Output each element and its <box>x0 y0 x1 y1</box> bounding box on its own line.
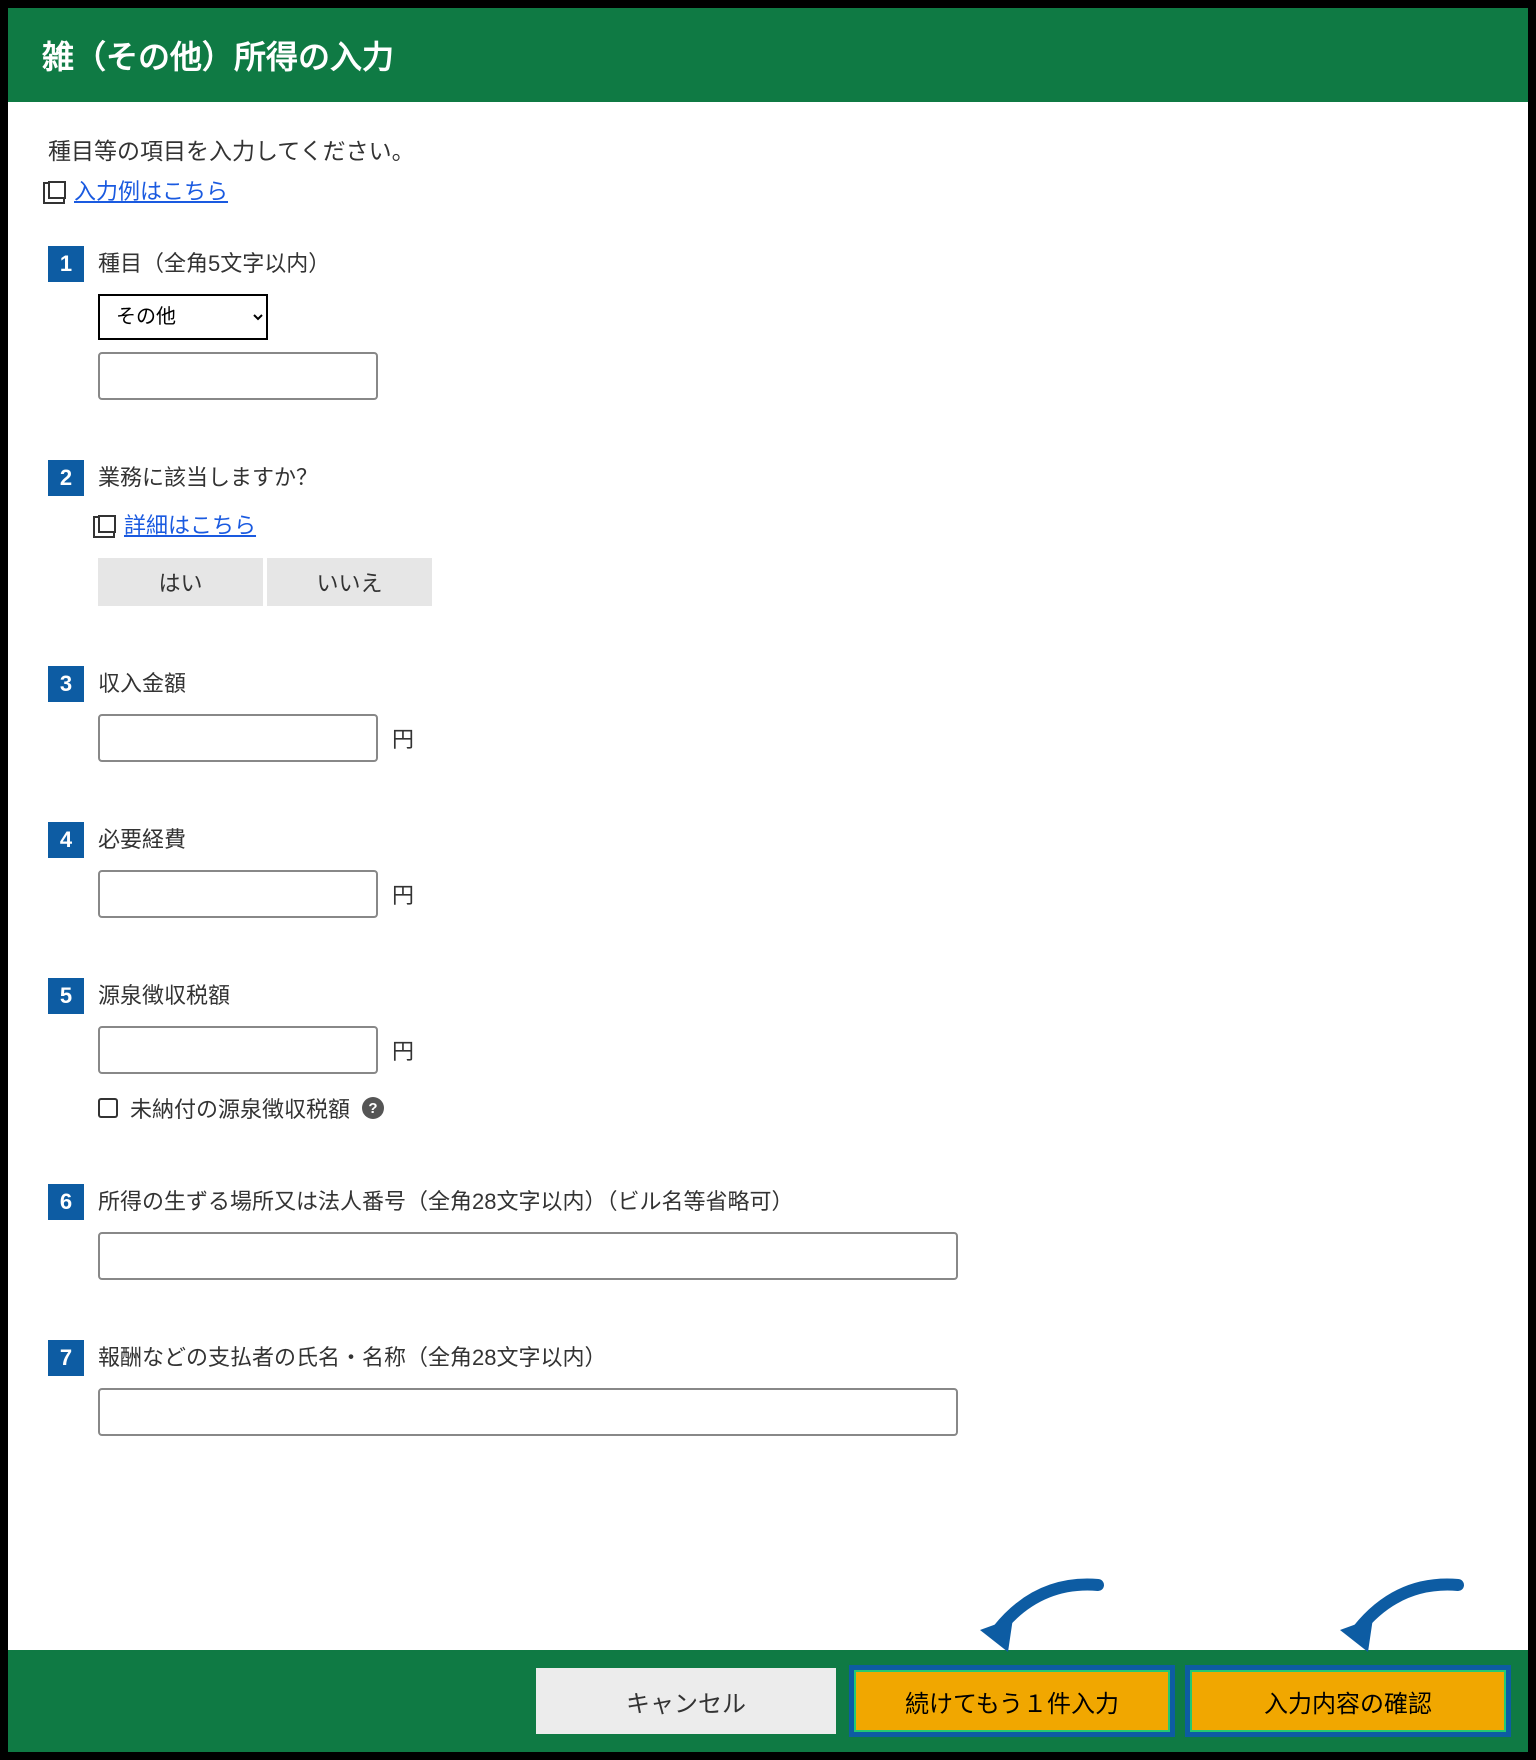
unit-yen: 円 <box>392 878 414 910</box>
step-5-number: 5 <box>48 978 84 1014</box>
type-text-input[interactable] <box>98 352 378 400</box>
step-6-label: 所得の生ずる場所又は法人番号（全角28文字以内）（ビル名等省略可） <box>98 1184 1488 1216</box>
step-7-label: 報酬などの支払者の氏名・名称（全角28文字以内） <box>98 1340 1488 1372</box>
location-input[interactable] <box>98 1232 958 1280</box>
example-link[interactable]: 入力例はこちら <box>74 174 228 206</box>
no-button[interactable]: いいえ <box>267 558 432 606</box>
unit-yen: 円 <box>392 722 414 754</box>
type-select[interactable]: その他 <box>98 294 268 340</box>
step-2-number: 2 <box>48 460 84 496</box>
unpaid-checkbox[interactable] <box>98 1098 118 1118</box>
step-2-label: 業務に該当しますか？ <box>98 460 1488 492</box>
intro-text: 種目等の項目を入力してください。 <box>48 132 1488 166</box>
cancel-button[interactable]: キャンセル <box>536 1668 836 1734</box>
step-5-label: 源泉徴収税額 <box>98 978 1488 1010</box>
step-3-number: 3 <box>48 666 84 702</box>
continue-button[interactable]: 続けてもう１件入力 <box>852 1668 1172 1734</box>
step-3-label: 収入金額 <box>98 666 1488 698</box>
detail-link[interactable]: 詳細はこちら <box>124 508 256 540</box>
unpaid-label: 未納付の源泉徴収税額 <box>130 1092 350 1124</box>
step-7-number: 7 <box>48 1340 84 1376</box>
document-icon <box>98 515 116 533</box>
income-input[interactable] <box>98 714 378 762</box>
step-4-number: 4 <box>48 822 84 858</box>
withholding-input[interactable] <box>98 1026 378 1074</box>
step-4-label: 必要経費 <box>98 822 1488 854</box>
help-icon[interactable]: ? <box>362 1097 384 1119</box>
step-6-number: 6 <box>48 1184 84 1220</box>
expense-input[interactable] <box>98 870 378 918</box>
page-title: 雑（その他）所得の入力 <box>8 8 1528 102</box>
payer-input[interactable] <box>98 1388 958 1436</box>
confirm-button[interactable]: 入力内容の確認 <box>1188 1668 1508 1734</box>
unit-yen: 円 <box>392 1034 414 1066</box>
yes-button[interactable]: はい <box>98 558 263 606</box>
step-1-number: 1 <box>48 246 84 282</box>
step-1-label: 種目（全角5文字以内） <box>98 246 1488 278</box>
document-icon <box>48 181 66 199</box>
